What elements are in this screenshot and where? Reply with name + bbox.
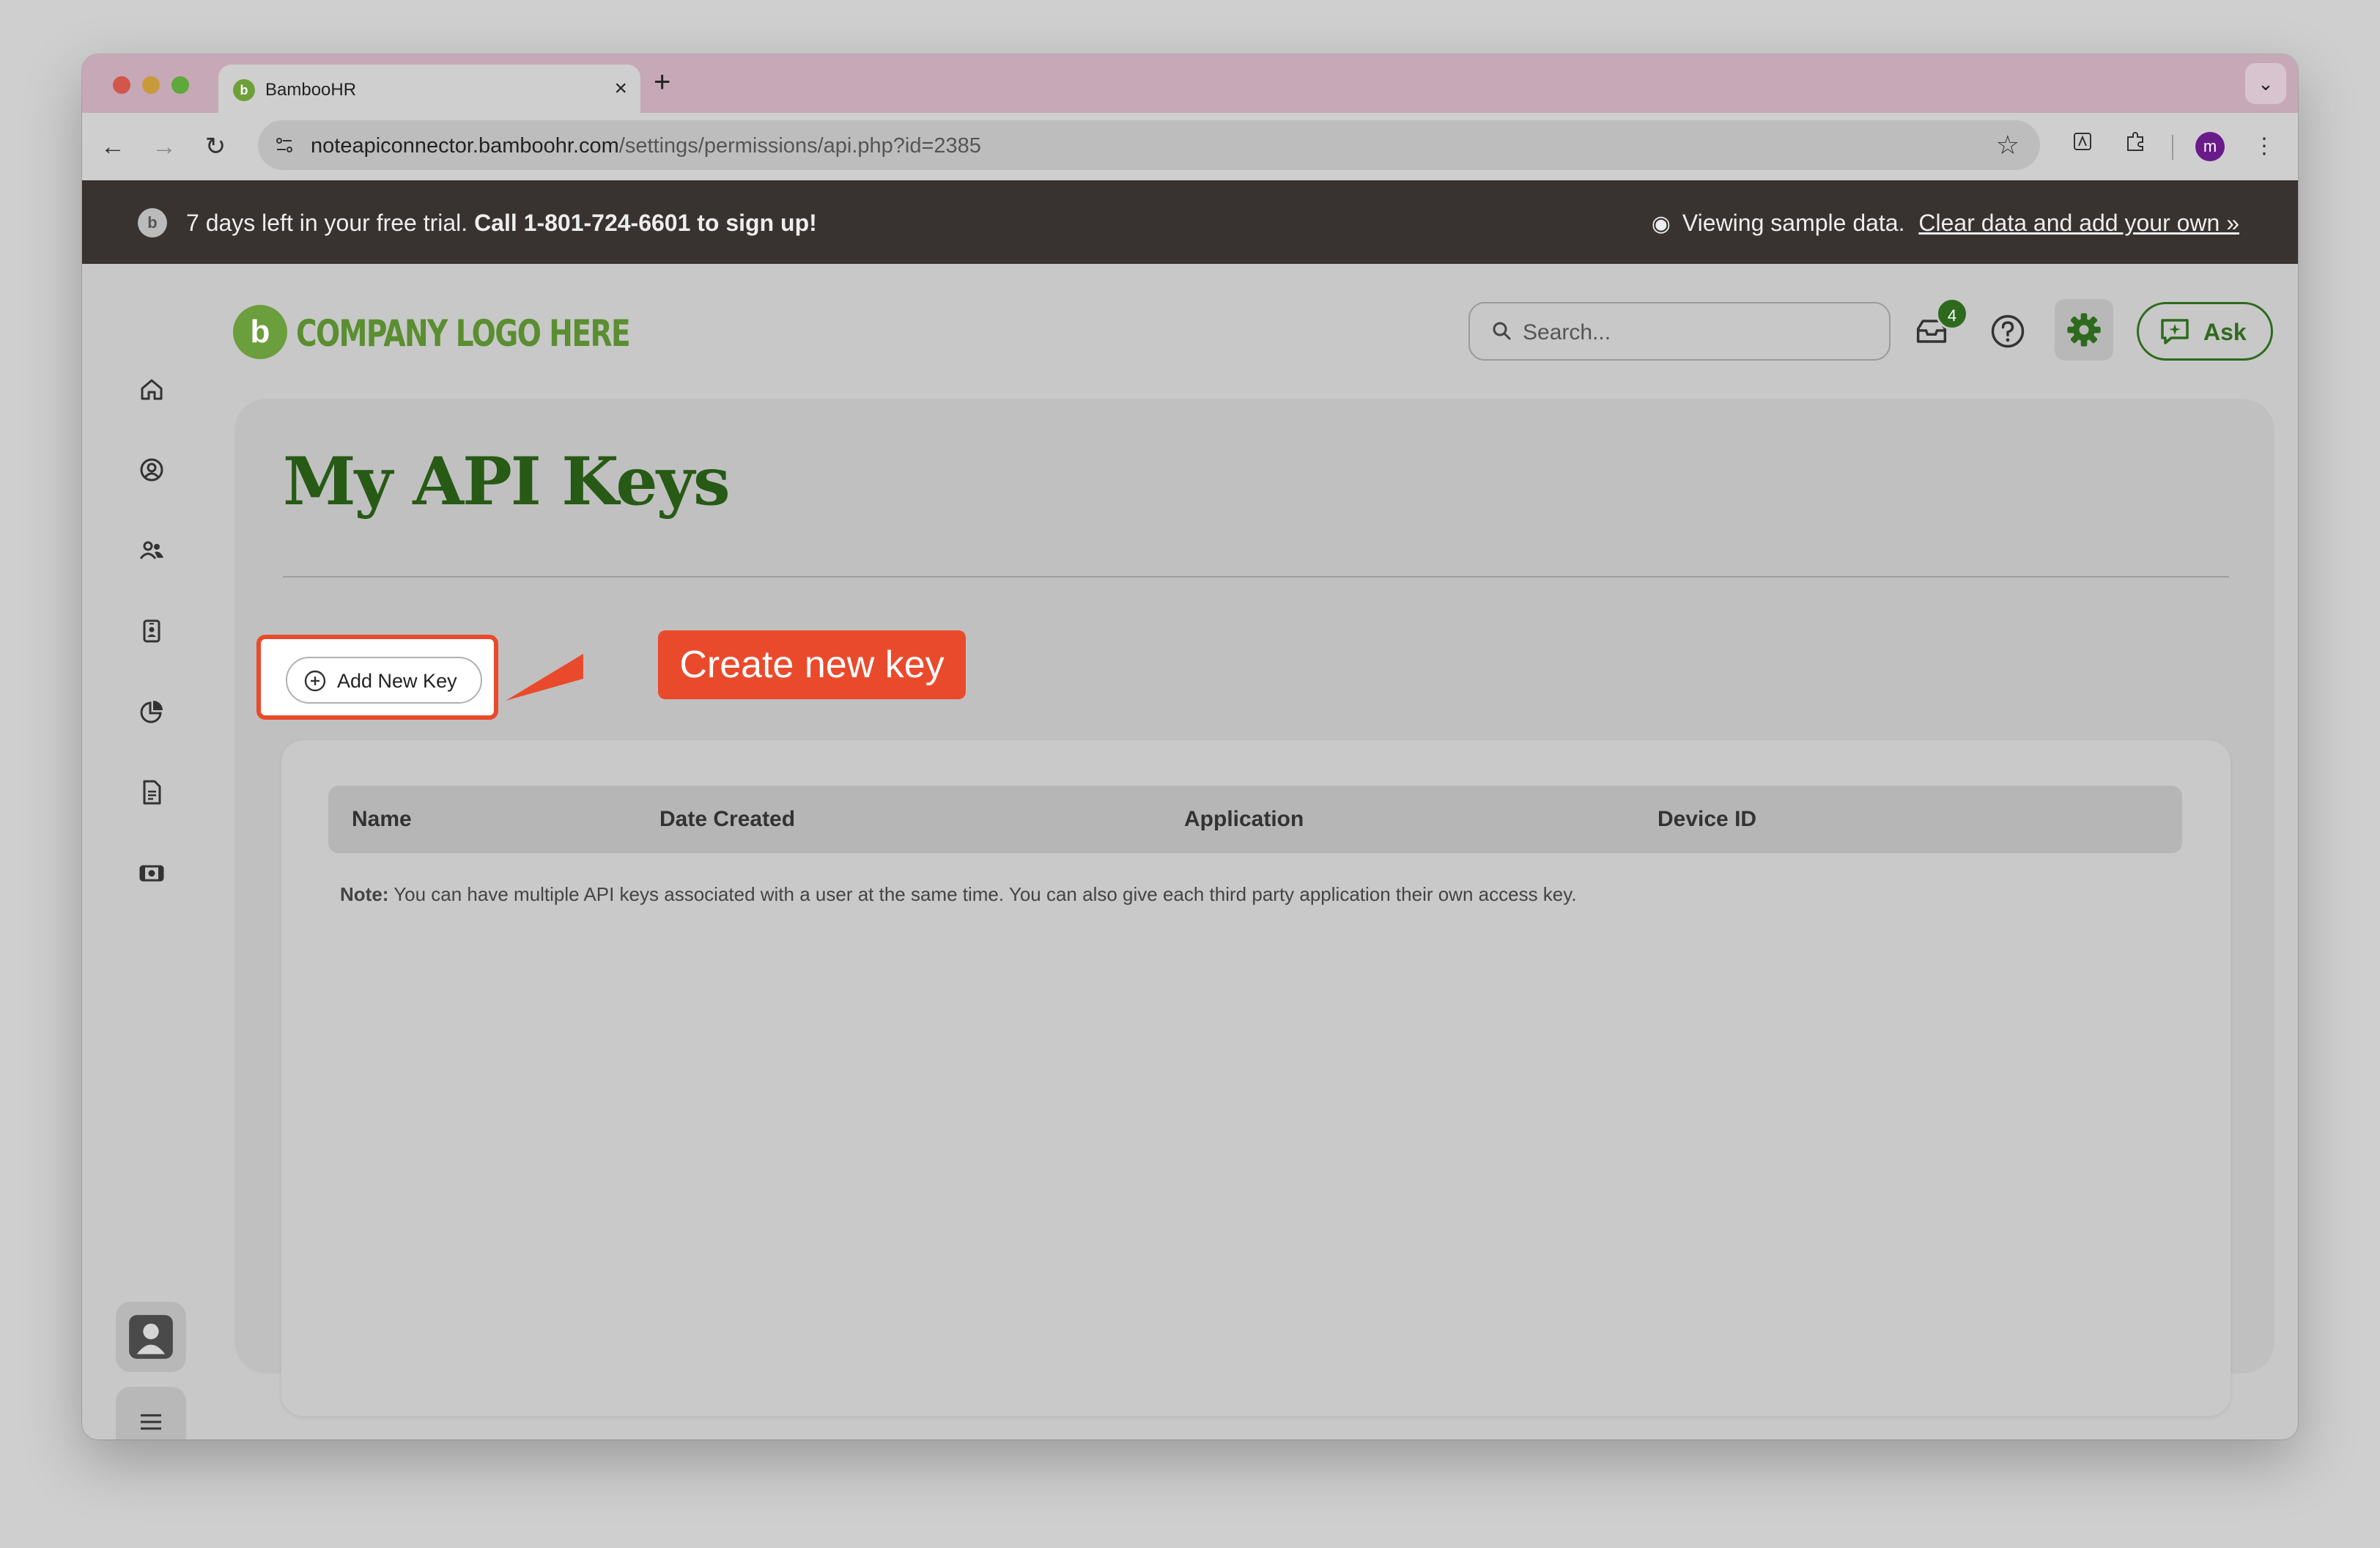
- note-text: You can have multiple API keys associate…: [388, 883, 1577, 905]
- id-badge-icon[interactable]: [132, 611, 171, 651]
- bookmark-star-icon[interactable]: ☆: [1996, 130, 2019, 160]
- logo-text: COMPANY LOGO HERE: [296, 312, 631, 355]
- site-settings-icon[interactable]: [273, 133, 296, 157]
- ask-chat-icon: [2161, 319, 2189, 344]
- bamboo-logo-icon: b: [138, 208, 167, 237]
- user-avatar-button[interactable]: [116, 1302, 186, 1372]
- column-header-date-created[interactable]: Date Created: [659, 806, 795, 833]
- browser-tab[interactable]: b BambooHR ×: [218, 64, 640, 113]
- hamburger-menu-icon: [141, 1414, 161, 1430]
- forward-button[interactable]: →: [147, 129, 182, 164]
- url-host: noteapiconnector.bamboohr.com: [311, 134, 619, 158]
- note-label: Note:: [340, 883, 389, 905]
- search-input[interactable]: Search...: [1468, 302, 1891, 361]
- browser-toolbar: ← → ↻ noteapiconnector.bamboohr.com/sett…: [82, 113, 2298, 180]
- address-bar[interactable]: noteapiconnector.bamboohr.com/settings/p…: [258, 120, 2040, 170]
- browser-menu-icon[interactable]: ⋮: [2247, 129, 2282, 164]
- bamboohr-favicon-icon: b: [233, 79, 255, 101]
- add-new-key-button[interactable]: Add New Key: [286, 657, 482, 704]
- document-icon[interactable]: [132, 773, 171, 812]
- add-key-highlight: Add New Key: [256, 635, 498, 720]
- ask-button[interactable]: Ask: [2137, 302, 2273, 361]
- api-keys-table-card: Name Date Created Application Device ID …: [281, 740, 2231, 1416]
- callout-pointer: [506, 654, 583, 701]
- plus-circle-icon: [304, 670, 326, 692]
- profile-avatar[interactable]: m: [2195, 132, 2225, 161]
- api-keys-note: Note: You can have multiple API keys ass…: [340, 882, 1577, 906]
- close-window-button[interactable]: [113, 76, 130, 94]
- main-content-card: My API Keys Add New Key Create new key N…: [234, 399, 2274, 1416]
- extensions-icon[interactable]: [2118, 129, 2153, 164]
- person-circle-icon[interactable]: [132, 450, 171, 490]
- gear-icon: [2067, 313, 2101, 347]
- user-avatar-icon: [129, 1315, 173, 1359]
- column-header-name[interactable]: Name: [352, 806, 412, 833]
- pie-chart-icon[interactable]: [132, 692, 171, 731]
- sample-data-notice: ◉ Viewing sample data. Clear data and add…: [1652, 208, 2239, 239]
- url-path: /settings/permissions/api.php?id=2385: [618, 134, 981, 158]
- maximize-window-button[interactable]: [171, 76, 189, 94]
- sidebar-nav: [82, 264, 229, 1440]
- inbox-count-badge: 4: [1936, 298, 1968, 330]
- sample-data-text: Viewing sample data.: [1682, 210, 1905, 236]
- hamburger-menu-button[interactable]: [116, 1387, 186, 1440]
- logo-b-icon: b: [233, 305, 287, 359]
- trial-message: 7 days left in your free trial. Call 1-8…: [186, 208, 817, 237]
- tab-search-button[interactable]: ⌄: [2245, 63, 2286, 104]
- trial-banner: b 7 days left in your free trial. Call 1…: [82, 180, 2298, 264]
- help-button[interactable]: [1978, 302, 2037, 361]
- toolbar-divider: [2172, 135, 2173, 160]
- add-new-key-label: Add New Key: [337, 670, 457, 692]
- minimize-window-button[interactable]: [142, 76, 160, 94]
- url-text: noteapiconnector.bamboohr.com/settings/p…: [311, 133, 981, 158]
- column-header-application[interactable]: Application: [1184, 806, 1304, 833]
- new-tab-button[interactable]: +: [654, 66, 670, 98]
- trial-days-text: 7 days left in your free trial.: [186, 210, 468, 236]
- tab-title: BambooHR: [265, 80, 357, 100]
- clear-data-link[interactable]: Clear data and add your own »: [1918, 210, 2239, 236]
- eye-icon: ◉: [1651, 212, 1671, 236]
- title-divider: [283, 576, 2229, 578]
- browser-window: b BambooHR × + ⌄ ← → ↻ noteapiconnector.…: [82, 54, 2298, 1440]
- reload-button[interactable]: ↻: [198, 129, 233, 164]
- table-header-row: Name Date Created Application Device ID: [328, 786, 2182, 853]
- money-icon[interactable]: [132, 853, 171, 893]
- trial-call-text: Call 1-801-724-6601 to sign up!: [474, 210, 817, 236]
- search-placeholder: Search...: [1523, 320, 1611, 344]
- tab-strip: b BambooHR × + ⌄: [82, 54, 2298, 113]
- help-icon: [1991, 314, 2025, 348]
- create-key-callout: Create new key: [658, 630, 966, 699]
- back-button[interactable]: ←: [95, 129, 130, 164]
- reading-mode-icon[interactable]: [2065, 129, 2100, 164]
- page-title: My API Keys: [283, 443, 731, 520]
- home-icon[interactable]: [132, 369, 171, 409]
- tab-close-icon[interactable]: ×: [614, 78, 627, 100]
- search-icon: [1493, 322, 1511, 340]
- people-icon[interactable]: [132, 531, 171, 570]
- settings-button[interactable]: [2055, 299, 2113, 361]
- column-header-device-id[interactable]: Device ID: [1658, 806, 1756, 833]
- ask-label: Ask: [2203, 319, 2247, 345]
